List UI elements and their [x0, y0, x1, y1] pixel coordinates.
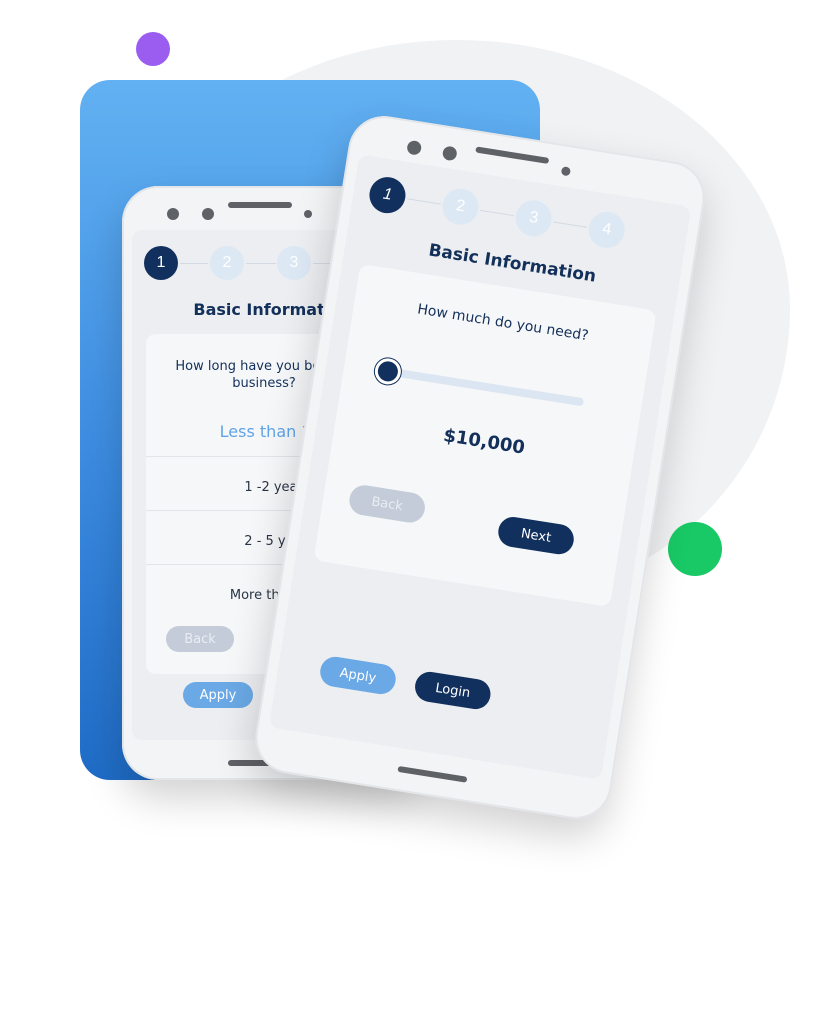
- step-4[interactable]: 4: [586, 209, 628, 251]
- front-sensor-icon: [304, 210, 312, 218]
- apply-button[interactable]: Apply: [318, 654, 398, 697]
- step-2[interactable]: 2: [210, 246, 244, 280]
- sensor-icon: [202, 208, 214, 220]
- step-1[interactable]: 1: [366, 174, 409, 216]
- camera-icon: [167, 208, 179, 220]
- back-button[interactable]: Back: [166, 626, 234, 652]
- home-indicator: [397, 765, 468, 783]
- step-connector: [180, 263, 208, 264]
- step-2[interactable]: 2: [439, 186, 482, 228]
- step-connector: [407, 198, 441, 205]
- question-text: How much do you need?: [416, 301, 590, 345]
- speaker-grille: [228, 202, 292, 208]
- login-button[interactable]: Login: [412, 669, 493, 712]
- step-1[interactable]: 1: [144, 246, 178, 280]
- step-connector: [480, 209, 514, 217]
- purple-dot: [136, 32, 170, 66]
- back-button[interactable]: Back: [347, 483, 428, 525]
- front-sensor-icon: [560, 166, 572, 177]
- apply-button[interactable]: Apply: [183, 682, 253, 708]
- amount-value: $10,000: [441, 425, 527, 459]
- step-connector: [246, 263, 276, 264]
- step-3[interactable]: 3: [513, 197, 555, 239]
- amount-slider-handle[interactable]: [376, 359, 400, 383]
- sensor-icon: [441, 145, 458, 162]
- next-button[interactable]: Next: [496, 514, 576, 557]
- step-connector: [553, 221, 587, 228]
- speaker-grille: [475, 146, 550, 164]
- step-3[interactable]: 3: [277, 246, 311, 280]
- camera-icon: [406, 139, 423, 156]
- green-dot: [668, 522, 722, 576]
- amount-slider-track[interactable]: [385, 367, 585, 407]
- front-phone-screen: 1 2 3 4 Basic Information How much do yo…: [268, 154, 692, 780]
- question-card: How much do you need? $10,000 Back Next: [313, 263, 657, 608]
